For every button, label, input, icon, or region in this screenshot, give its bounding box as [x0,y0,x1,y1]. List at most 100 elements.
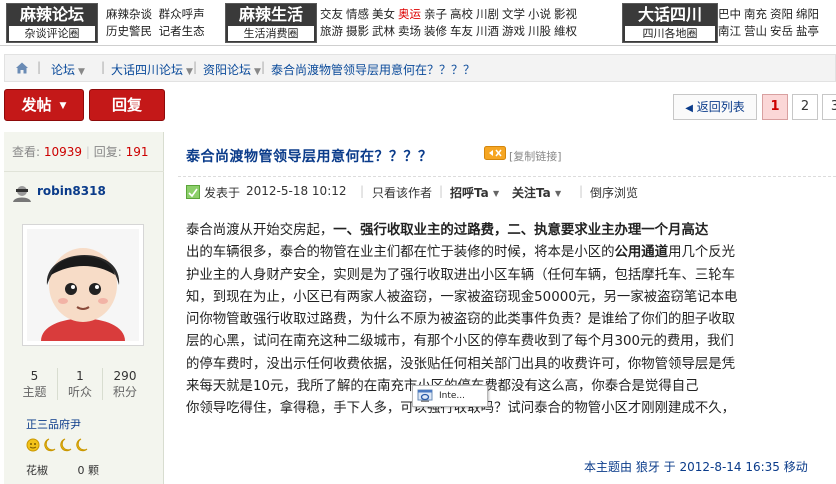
nav-link[interactable]: 记者生态 [159,24,205,38]
replies-label: 回复: [93,145,122,159]
post-body: 泰合尚渡从开始交房起，一、强行收取业主的过路费，二、执意要求业主办理一个月高达 … [186,220,836,421]
nav-link[interactable]: 維权 [554,24,577,38]
only-author-link[interactable]: 只看该作者 [372,184,432,201]
nav-link[interactable]: 装修 [424,24,447,38]
author-topics[interactable]: 5 主题 [12,368,57,400]
post-line: 层的心黑，试问在南充这种二级城市，有那个小区的停车费收到了每个月300元的费用，… [186,334,734,350]
nav-link[interactable]: 游戏 [502,24,525,38]
nav-link[interactable]: 安岳 [770,24,793,38]
nav-link[interactable]: 情感 [346,7,369,21]
follow-button[interactable]: 关注Ta ▼ [512,184,561,201]
avatar[interactable] [22,224,144,346]
nav-link[interactable]: 盐亭 [796,24,819,38]
author-fans[interactable]: 1 听众 [57,368,102,400]
post-line: 的停车费时，没出示任何收费依据，没张贴任何相关部门出具的收费许可，你物管领导层是… [186,356,736,372]
avatar-image [27,229,139,341]
author-username[interactable]: robin8318 [37,184,106,204]
meta-separator: | [360,184,365,198]
nav-link[interactable]: 巴中 [718,7,741,21]
nav-link[interactable]: 卖场 [398,24,421,38]
nav-block-title: 麻辣生活 [238,5,303,24]
post-line: 出的车辆很多，泰合的物管在业主们都在忙于装修的时候，将本是小区的公用通道用几个反… [186,245,736,261]
nav-link[interactable]: 绵阳 [796,7,819,21]
author-points[interactable]: 290 积分 [102,368,147,400]
divider [178,176,836,177]
chevron-left-icon: ◀ [685,103,693,114]
posted-time: 2012-5-18 10:12 [246,184,347,198]
copy-link-icon[interactable] [484,146,506,160]
reverse-order-link[interactable]: 倒序浏览 [590,184,638,201]
nav-link[interactable]: 文学 [502,7,525,21]
nav-link[interactable]: 摄影 [346,24,369,38]
nav-link[interactable]: 武林 [372,24,395,38]
breadcrumb-separator: | [193,60,198,74]
nav-link[interactable]: 小说 [528,7,551,21]
nav-link[interactable]: 群众呼声 [159,7,205,21]
views-count: 10939 [43,145,83,159]
nav-link[interactable]: 交友 [320,7,343,21]
nav-block-mala-forum[interactable]: 麻辣论坛 杂谈评论圈 [6,3,98,43]
author-panel: 查看: 10939 | 回复: 191 robin8318 5 主题 1 听众 … [4,132,164,484]
post-line: 来每天就是10元，我所了解的在南充市小区的停车费都没有这么高，你泰合是觉得自己 [186,376,836,398]
nav-block-sub: 杂谈评论圈 [9,26,95,41]
author-stats: 5 主题 1 听众 290 积分 [12,368,160,408]
back-to-list-button[interactable]: ◀ 返回列表 [673,94,757,120]
thread-stats: 查看: 10939 | 回复: 191 [4,132,164,172]
breadcrumb: | 论坛 ▼ | 大话四川论坛 ▼ | 资阳论坛 ▼ | 泰合尚渡物管领导层用意何在？… [4,54,836,82]
nav-link[interactable]: 川酒 [476,24,499,38]
greet-button[interactable]: 招呼Ta ▼ [450,184,499,201]
chevron-down-icon: ▼ [554,189,562,198]
post-line: 你领导吃得住，拿得稳，手下人多，可以强行收取吗？试问泰合的物管小区才刚刚建成不久… [186,401,736,417]
nav-block-sub: 生活消费圈 [228,26,314,41]
nav-block-sichuan[interactable]: 大话四川 四川各地圈 [622,3,718,43]
home-icon[interactable] [15,61,29,75]
nav-block-title: 大话四川 [637,5,702,24]
breadcrumb-item-ziyang[interactable]: 资阳论坛 ▼ [203,61,261,78]
breadcrumb-item-sichuan[interactable]: 大话四川论坛 ▼ [111,61,193,78]
post-button[interactable]: 发帖 ▼ [4,89,84,121]
copy-link[interactable]: [复制链接] [509,148,562,164]
nav-link[interactable]: 川剧 [476,7,499,21]
nav-link[interactable]: 车友 [450,24,473,38]
author-rank[interactable]: 正三品府尹 [26,416,81,432]
nav-block-title: 麻辣论坛 [19,5,84,24]
post-line: 护业主的人身财产安全，实则是为了强行收取进出小区车辆（任何车辆，包括摩托车、三轮… [186,267,736,283]
breadcrumb-item-forum[interactable]: 论坛 ▼ [51,61,85,78]
author-coins: 花椒 0 颗 [26,464,99,477]
nav-link[interactable]: 美女 [372,7,395,21]
reply-button[interactable]: 回复 [89,89,165,121]
page-button-2[interactable]: 2 [792,94,818,120]
views-label: 查看: [12,145,41,159]
nav-link[interactable]: 奥运 [398,7,421,21]
post-line: 泰合尚渡从开始交房起，一、强行收取业主的过路费，二、执意要求业主办理一个月高达 [186,223,709,238]
nav-link[interactable]: 营山 [744,24,767,38]
nav-link[interactable]: 历史警民 [106,24,152,38]
moved-note: 本主题由 狼牙 于 2012-8-14 16:35 移动 [584,460,808,474]
breadcrumb-separator: | [261,60,266,74]
breadcrumb-separator: | [101,60,106,74]
taskbar-tooltip[interactable]: Inte... [412,385,488,407]
nav-link[interactable]: 南江 [718,24,741,38]
caret-down-icon: ▼ [59,100,67,111]
post-title: 泰合尚渡物管领导层用意何在？？？？ [186,149,433,165]
nav-links-group3: 巴中 南充 资阳 绵阳 南江 营山 安岳 盐亭 [718,6,822,40]
online-status-icon [186,185,200,199]
page-button-1[interactable]: 1 [762,94,788,120]
nav-link[interactable]: 麻辣杂谈 [106,7,152,21]
nav-links-group2: 交友 情感 美女 奥运 亲子 高校 川剧 文学 小说 影视 旅游 摄影 武林 卖场 装修 车友 川酒 游戏 川股維… [320,6,580,40]
nav-link[interactable]: 亲子 [424,7,447,21]
page-button-3[interactable]: 3 [822,94,836,120]
replies-count: 191 [125,145,149,159]
nav-link[interactable]: 影视 [554,7,577,21]
user-icon [13,186,31,202]
nav-link[interactable]: 资阳 [770,7,793,21]
rank-medal-icons [26,438,88,452]
nav-block-sub: 四川各地圈 [625,26,715,41]
nav-links-group1: 麻辣杂谈 群众呼声 历史警民 记者生态 [106,6,208,40]
nav-link[interactable]: 旅游 [320,24,343,38]
nav-block-mala-life[interactable]: 麻辣生活 生活消费圈 [225,3,317,43]
nav-link[interactable]: 南充 [744,7,767,21]
breadcrumb-item-current[interactable]: 泰合尚渡物管领导层用意何在？？？？ [271,61,475,78]
nav-link[interactable]: 高校 [450,7,473,21]
nav-link[interactable]: 川股 [528,24,551,38]
